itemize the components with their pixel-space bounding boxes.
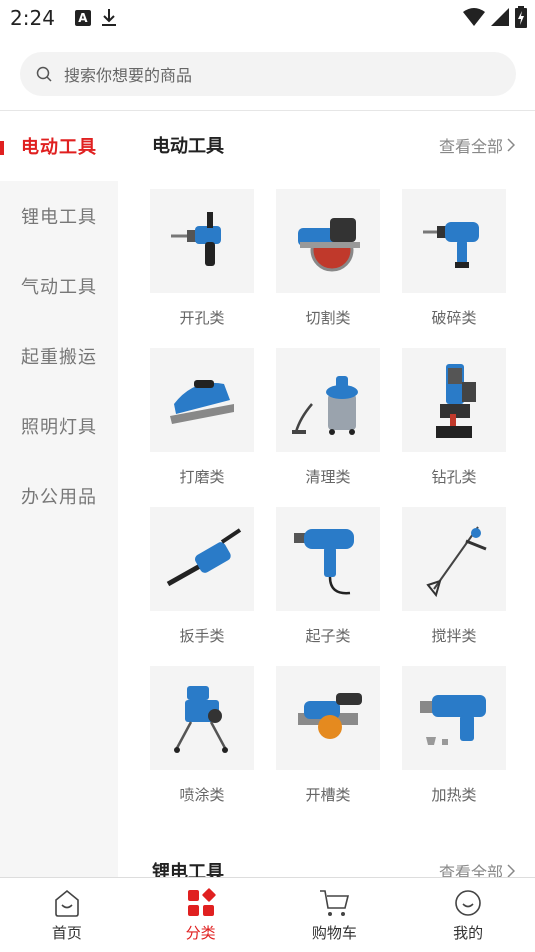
sprayer-icon: [150, 666, 254, 770]
sidebar-item-lithium-tools[interactable]: 锂电工具: [0, 181, 118, 251]
category-card[interactable]: 开孔类: [150, 189, 254, 348]
nav-label: 购物车: [311, 923, 357, 942]
category-card[interactable]: 切割类: [276, 189, 380, 348]
view-all-label: 查看全部: [438, 863, 503, 877]
category-label: 喷涂类: [179, 786, 225, 804]
nav-cart[interactable]: 购物车: [268, 878, 402, 952]
search-bar[interactable]: 搜索你想要的商品: [20, 52, 516, 96]
category-card[interactable]: 加热类: [402, 666, 506, 825]
view-all-link[interactable]: 查看全部: [439, 133, 515, 157]
home-icon: [55, 889, 79, 917]
screwdriver-tool-icon: [276, 507, 380, 611]
search-icon: [36, 66, 52, 82]
category-icon: [187, 887, 216, 916]
category-card[interactable]: 开槽类: [276, 666, 380, 825]
category-card[interactable]: 破碎类: [402, 189, 506, 348]
planer-icon: [150, 348, 254, 452]
vacuum-icon: [276, 348, 380, 452]
drill-icon: [150, 189, 254, 293]
mixer-icon: [402, 507, 506, 611]
category-card[interactable]: 起子类: [276, 507, 380, 666]
category-label: 打磨类: [179, 468, 225, 486]
sidebar-item-pneumatic-tools[interactable]: 气动工具: [0, 251, 118, 321]
notification-icon: A: [74, 10, 91, 26]
nav-label: 分类: [185, 923, 216, 942]
category-label: 开槽类: [305, 786, 351, 804]
category-label: 扳手类: [179, 627, 225, 645]
cart-icon: [320, 889, 350, 916]
sidebar-item-lighting[interactable]: 照明灯具: [0, 391, 118, 461]
signal-icon: [491, 8, 509, 26]
wifi-icon: [463, 8, 485, 26]
section-title: 电动工具: [152, 136, 224, 157]
category-card[interactable]: 钻孔类: [402, 348, 506, 507]
nav-category[interactable]: 分类: [134, 878, 268, 952]
category-card[interactable]: 喷涂类: [150, 666, 254, 825]
view-all-link[interactable]: 查看全部: [439, 859, 515, 877]
search-input[interactable]: 搜索你想要的商品: [64, 62, 192, 86]
chevron-right-icon: [507, 138, 515, 152]
bottom-navigation: 首页 分类 购物车 我的: [0, 877, 535, 952]
magnetic-drill-icon: [402, 348, 506, 452]
category-grid: 开孔类 切割类 破碎类 打磨类 清理类 钻孔类 扳手类 起子类 搅拌类 喷涂类 …: [118, 189, 535, 825]
category-label: 破碎类: [431, 309, 477, 327]
nav-home[interactable]: 首页: [0, 878, 134, 952]
section-header: 锂电工具 查看全部: [118, 837, 535, 877]
category-label: 搅拌类: [431, 627, 477, 645]
sidebar-item-office[interactable]: 办公用品: [0, 461, 118, 531]
sidebar-item-power-tools[interactable]: 电动工具: [0, 111, 118, 181]
battery-icon: [515, 6, 527, 28]
sidebar-item-lifting[interactable]: 起重搬运: [0, 321, 118, 391]
category-label: 钻孔类: [431, 468, 477, 486]
category-card[interactable]: 打磨类: [150, 348, 254, 507]
category-label: 加热类: [431, 786, 477, 804]
category-card[interactable]: 扳手类: [150, 507, 254, 666]
heat-gun-icon: [402, 666, 506, 770]
view-all-label: 查看全部: [438, 137, 503, 156]
category-label: 开孔类: [179, 309, 225, 327]
nav-profile[interactable]: 我的: [401, 878, 535, 952]
category-card[interactable]: 清理类: [276, 348, 380, 507]
category-sidebar: 电动工具 锂电工具 气动工具 起重搬运 照明灯具 办公用品: [0, 111, 118, 877]
category-label: 切割类: [305, 309, 351, 327]
nav-label: 首页: [51, 923, 82, 942]
grooving-icon: [276, 666, 380, 770]
circular-saw-icon: [276, 189, 380, 293]
chevron-right-icon: [507, 864, 515, 877]
download-icon: [101, 9, 116, 26]
category-label: 起子类: [305, 627, 351, 645]
category-label: 清理类: [305, 468, 351, 486]
section-header: 电动工具 查看全部: [118, 111, 535, 179]
wrench-tool-icon: [150, 507, 254, 611]
impact-drill-icon: [402, 189, 506, 293]
status-time: 2:24: [10, 6, 55, 30]
section-lithium: 锂电工具 查看全部: [118, 837, 535, 877]
category-content: 电动工具 查看全部 开孔类 切割类 破碎类 打磨类 清理类 钻孔类 扳手类 起子…: [118, 111, 535, 877]
profile-icon: [455, 889, 481, 916]
category-card[interactable]: 搅拌类: [402, 507, 506, 666]
status-bar: 2:24 A: [0, 0, 535, 36]
nav-label: 我的: [453, 923, 484, 942]
section-title: 锂电工具: [152, 862, 224, 877]
